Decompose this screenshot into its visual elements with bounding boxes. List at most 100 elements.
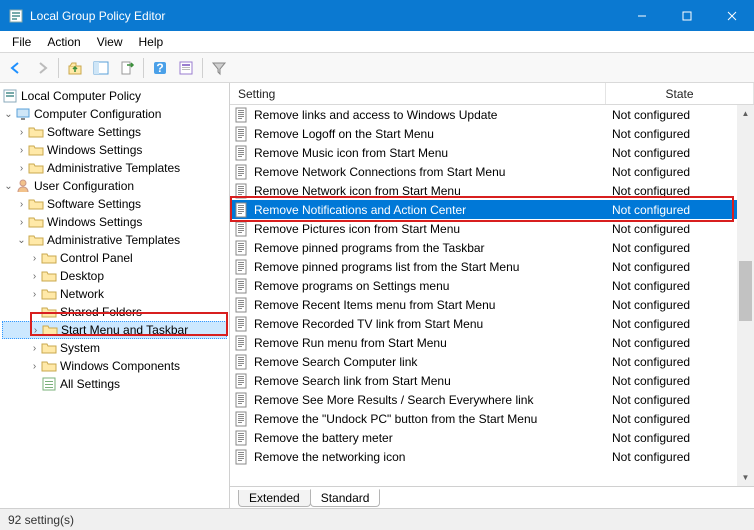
setting-row[interactable]: Remove pinned programs from the TaskbarN… <box>230 238 754 257</box>
show-hide-tree-button[interactable] <box>89 56 113 80</box>
setting-row[interactable]: Remove Network icon from Start MenuNot c… <box>230 181 754 200</box>
tree-windows-components[interactable]: › Windows Components <box>2 357 227 375</box>
tree-desktop[interactable]: › Desktop <box>2 267 227 285</box>
tree-cc-windows[interactable]: › Windows Settings <box>2 141 227 159</box>
setting-state: Not configured <box>606 127 754 141</box>
setting-row[interactable]: Remove Run menu from Start MenuNot confi… <box>230 333 754 352</box>
setting-row[interactable]: Remove links and access to Windows Updat… <box>230 105 754 124</box>
tab-extended[interactable]: Extended <box>238 490 311 507</box>
policy-item-icon <box>234 316 250 332</box>
tree-label: Windows Settings <box>47 143 146 157</box>
policy-item-icon <box>234 392 250 408</box>
tree-root[interactable]: Local Computer Policy <box>2 87 227 105</box>
tree-uc-software[interactable]: › Software Settings <box>2 195 227 213</box>
policy-item-icon <box>234 126 250 142</box>
expand-icon[interactable]: › <box>15 127 28 138</box>
setting-row[interactable]: Remove Recent Items menu from Start Menu… <box>230 295 754 314</box>
folder-icon <box>41 286 57 302</box>
setting-name: Remove programs on Settings menu <box>254 279 606 293</box>
tree-system[interactable]: › System <box>2 339 227 357</box>
setting-name: Remove the networking icon <box>254 450 606 464</box>
tree-network[interactable]: › Network <box>2 285 227 303</box>
setting-state: Not configured <box>606 393 754 407</box>
tree-control-panel[interactable]: › Control Panel <box>2 249 227 267</box>
tree-uc-admin[interactable]: ⌄ Administrative Templates <box>2 231 227 249</box>
setting-row[interactable]: Remove Search Computer linkNot configure… <box>230 352 754 371</box>
setting-row[interactable]: Remove Search link from Start MenuNot co… <box>230 371 754 390</box>
expand-icon[interactable]: › <box>28 253 41 264</box>
scroll-down-button[interactable]: ▼ <box>737 469 754 486</box>
setting-name: Remove the "Undock PC" button from the S… <box>254 412 606 426</box>
setting-row[interactable]: Remove Notifications and Action CenterNo… <box>230 200 754 219</box>
setting-state: Not configured <box>606 336 754 350</box>
expand-icon[interactable]: › <box>15 145 28 156</box>
tree-start-menu-taskbar[interactable]: › Start Menu and Taskbar <box>2 321 227 339</box>
setting-row[interactable]: Remove Logoff on the Start MenuNot confi… <box>230 124 754 143</box>
setting-row[interactable]: Remove Music icon from Start MenuNot con… <box>230 143 754 162</box>
filter-button[interactable] <box>207 56 231 80</box>
collapse-icon[interactable]: ⌄ <box>15 235 28 246</box>
maximize-button[interactable] <box>664 0 709 31</box>
setting-row[interactable]: Remove the battery meterNot configured <box>230 428 754 447</box>
properties-button[interactable] <box>174 56 198 80</box>
column-state[interactable]: State <box>606 83 754 104</box>
column-setting[interactable]: Setting <box>230 83 606 104</box>
expand-icon[interactable]: › <box>29 325 42 336</box>
back-button[interactable] <box>4 56 28 80</box>
expand-icon[interactable]: › <box>15 163 28 174</box>
collapse-icon[interactable]: ⌄ <box>2 109 15 120</box>
export-button[interactable] <box>115 56 139 80</box>
setting-state: Not configured <box>606 108 754 122</box>
help-button[interactable]: ? <box>148 56 172 80</box>
folder-icon <box>28 214 44 230</box>
menu-file[interactable]: File <box>4 33 39 51</box>
expand-icon[interactable]: › <box>15 199 28 210</box>
tab-label: Standard <box>321 491 370 505</box>
menu-action[interactable]: Action <box>39 33 88 51</box>
close-button[interactable] <box>709 0 754 31</box>
tree-all-settings[interactable]: All Settings <box>2 375 227 393</box>
tree-cc-admin[interactable]: › Administrative Templates <box>2 159 227 177</box>
setting-row[interactable]: Remove Network Connections from Start Me… <box>230 162 754 181</box>
menu-view[interactable]: View <box>89 33 131 51</box>
collapse-icon[interactable]: ⌄ <box>2 181 15 192</box>
tree-label: Shared Folders <box>60 305 146 319</box>
tab-standard[interactable]: Standard <box>310 489 381 507</box>
settings-list[interactable]: ▲ ▼ Remove links and access to Windows U… <box>230 105 754 486</box>
setting-row[interactable]: Remove the "Undock PC" button from the S… <box>230 409 754 428</box>
expand-icon[interactable]: › <box>28 289 41 300</box>
expand-icon[interactable]: › <box>28 343 41 354</box>
setting-state: Not configured <box>606 279 754 293</box>
tree-cc-software[interactable]: › Software Settings <box>2 123 227 141</box>
expand-icon[interactable]: › <box>28 361 41 372</box>
setting-row[interactable]: Remove the networking iconNot configured <box>230 447 754 466</box>
policy-item-icon <box>234 202 250 218</box>
policy-item-icon <box>234 373 250 389</box>
forward-button[interactable] <box>30 56 54 80</box>
window-title: Local Group Policy Editor <box>30 9 619 23</box>
tree-shared-folders[interactable]: Shared Folders <box>2 303 227 321</box>
scrollbar[interactable]: ▲ ▼ <box>737 105 754 486</box>
tree-uc-windows[interactable]: › Windows Settings <box>2 213 227 231</box>
tree-pane[interactable]: Local Computer Policy ⌄ Computer Configu… <box>0 83 230 508</box>
setting-row[interactable]: Remove Pictures icon from Start MenuNot … <box>230 219 754 238</box>
menu-help[interactable]: Help <box>131 33 172 51</box>
setting-state: Not configured <box>606 241 754 255</box>
expand-icon[interactable]: › <box>15 217 28 228</box>
tree-label: Network <box>60 287 108 301</box>
settings-icon <box>41 376 57 392</box>
tree-user-config[interactable]: ⌄ User Configuration <box>2 177 227 195</box>
tree-label: Administrative Templates <box>47 233 184 247</box>
tree-computer-config[interactable]: ⌄ Computer Configuration <box>2 105 227 123</box>
setting-row[interactable]: Remove programs on Settings menuNot conf… <box>230 276 754 295</box>
scroll-track[interactable] <box>737 122 754 469</box>
minimize-button[interactable] <box>619 0 664 31</box>
setting-row[interactable]: Remove Recorded TV link from Start MenuN… <box>230 314 754 333</box>
setting-row[interactable]: Remove pinned programs list from the Sta… <box>230 257 754 276</box>
expand-icon[interactable]: › <box>28 271 41 282</box>
up-button[interactable] <box>63 56 87 80</box>
setting-row[interactable]: Remove See More Results / Search Everywh… <box>230 390 754 409</box>
setting-name: Remove Pictures icon from Start Menu <box>254 222 606 236</box>
scroll-up-button[interactable]: ▲ <box>737 105 754 122</box>
scroll-thumb[interactable] <box>739 261 752 321</box>
